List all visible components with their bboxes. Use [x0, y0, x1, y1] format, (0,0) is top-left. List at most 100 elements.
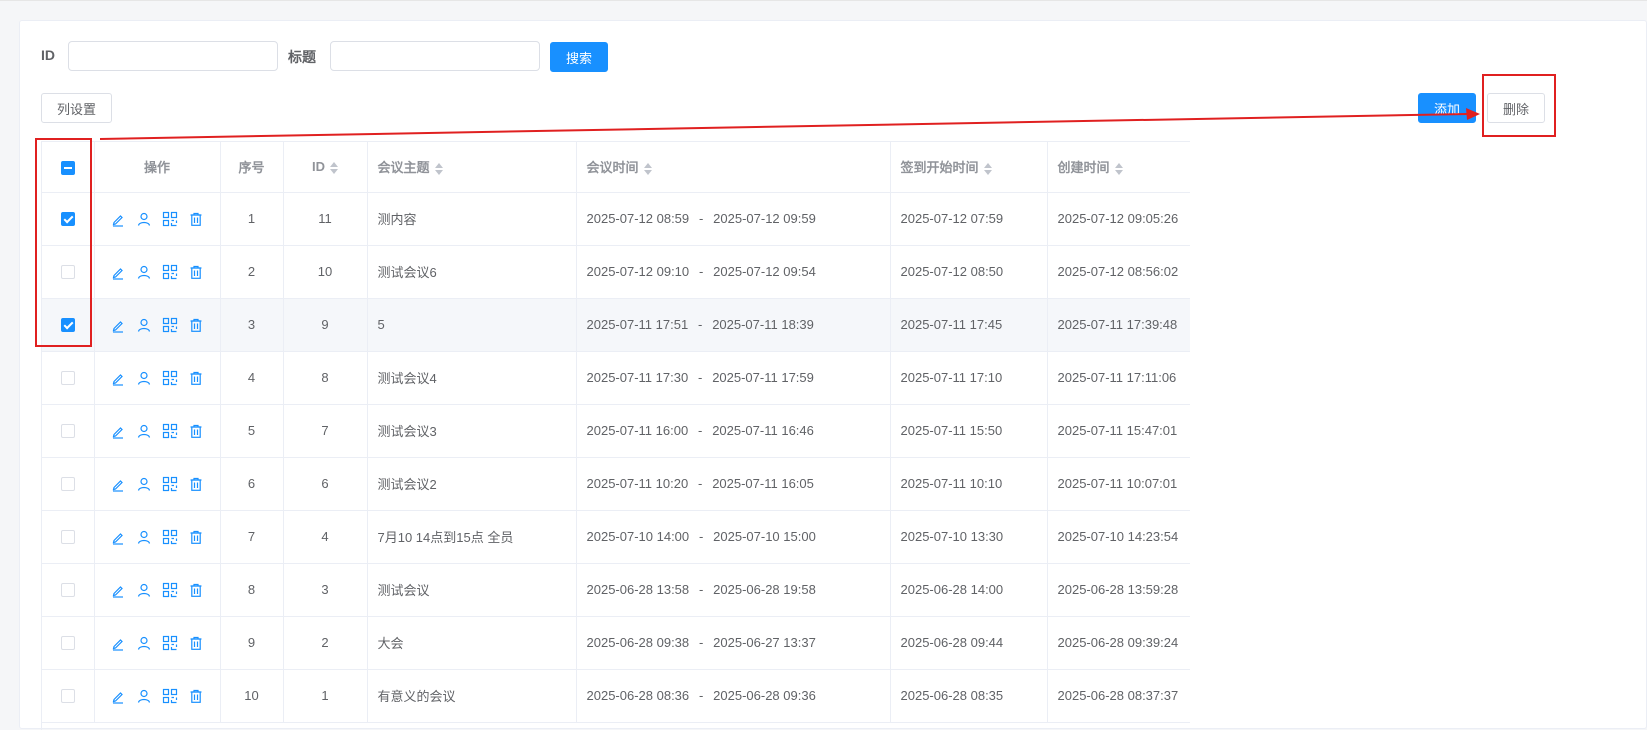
user-icon[interactable]: [136, 423, 152, 439]
row-meeting-time: 2025-07-12 08:59-2025-07-12 09:59: [576, 192, 891, 246]
search-button[interactable]: 搜索: [550, 42, 608, 72]
row-meeting-end: 2025-07-11 18:39: [712, 317, 814, 332]
qrcode-icon[interactable]: [162, 370, 178, 386]
qrcode-icon[interactable]: [162, 264, 178, 280]
edit-icon[interactable]: [110, 264, 126, 280]
delete-icon[interactable]: [188, 264, 204, 280]
table-row[interactable]: 9 2 大会 2025-06-28 09:38-2025-06-27 13:37…: [42, 616, 1190, 670]
row-meeting-end: 2025-06-27 13:37: [713, 635, 816, 650]
qrcode-icon[interactable]: [162, 317, 178, 333]
time-separator: -: [698, 529, 704, 544]
row-actions-cell: [94, 245, 221, 299]
delete-icon[interactable]: [188, 211, 204, 227]
row-checkbox[interactable]: [60, 689, 75, 704]
user-icon[interactable]: [136, 635, 152, 651]
add-button[interactable]: 添加: [1418, 93, 1476, 123]
delete-icon[interactable]: [188, 317, 204, 333]
row-index: 2: [220, 245, 284, 299]
delete-icon[interactable]: [188, 476, 204, 492]
user-icon[interactable]: [136, 582, 152, 598]
row-checkbox[interactable]: [60, 530, 75, 545]
column-settings-button[interactable]: 列设置: [41, 93, 112, 123]
row-topic: 7月10 14点到15点 全员: [367, 510, 577, 564]
sort-icon[interactable]: [330, 161, 338, 175]
qrcode-icon[interactable]: [162, 211, 178, 227]
qrcode-icon[interactable]: [162, 582, 178, 598]
row-created: 2025-06-28 08:37:37: [1047, 669, 1190, 723]
row-meeting-start: 2025-07-11 17:30: [586, 370, 689, 385]
row-meeting-time: 2025-07-11 17:51-2025-07-11 18:39: [576, 298, 891, 352]
table-row[interactable]: 6 6 测试会议2 2025-07-11 10:20-2025-07-11 16…: [42, 457, 1190, 511]
edit-icon[interactable]: [110, 211, 126, 227]
row-meeting-start: 2025-07-10 14:00: [586, 529, 690, 544]
sort-icon[interactable]: [643, 162, 652, 176]
qrcode-icon[interactable]: [162, 529, 178, 545]
user-icon[interactable]: [136, 476, 152, 492]
row-meeting-time: 2025-07-12 09:10-2025-07-12 09:54: [576, 245, 891, 299]
sort-icon[interactable]: [983, 162, 992, 176]
table-row[interactable]: 5 7 测试会议3 2025-07-11 16:00-2025-07-11 16…: [42, 404, 1190, 458]
delete-icon[interactable]: [188, 688, 204, 704]
table-row[interactable]: 4 8 测试会议4 2025-07-11 17:30-2025-07-11 17…: [42, 351, 1190, 405]
table-row[interactable]: 2 10 测试会议6 2025-07-12 09:10-2025-07-12 0…: [42, 245, 1190, 299]
select-all-checkbox[interactable]: [60, 160, 75, 175]
user-icon[interactable]: [136, 529, 152, 545]
delete-icon[interactable]: [188, 635, 204, 651]
row-checkbox[interactable]: [60, 212, 75, 227]
id-filter-input[interactable]: [68, 41, 278, 71]
row-index: 8: [220, 563, 284, 617]
edit-icon[interactable]: [110, 317, 126, 333]
sort-icon[interactable]: [434, 162, 443, 176]
row-checkin-start: 2025-06-28 09:44: [890, 616, 1048, 670]
header-topic[interactable]: 会议主题: [367, 142, 577, 193]
row-checkbox[interactable]: [60, 424, 75, 439]
title-filter-input[interactable]: [330, 41, 540, 71]
user-icon[interactable]: [136, 264, 152, 280]
row-checkbox[interactable]: [60, 636, 75, 651]
header-checkin-start[interactable]: 签到开始时间: [890, 142, 1048, 193]
edit-icon[interactable]: [110, 370, 126, 386]
row-id: 1: [283, 669, 368, 723]
delete-icon[interactable]: [188, 423, 204, 439]
delete-icon[interactable]: [188, 529, 204, 545]
user-icon[interactable]: [136, 370, 152, 386]
qrcode-icon[interactable]: [162, 688, 178, 704]
delete-icon[interactable]: [188, 582, 204, 598]
header-id[interactable]: ID: [283, 142, 368, 193]
table-row[interactable]: 8 3 测试会议 2025-06-28 13:58-2025-06-28 19:…: [42, 563, 1190, 617]
time-separator: -: [698, 582, 704, 597]
qrcode-icon[interactable]: [162, 476, 178, 492]
table-row[interactable]: 3 9 5 2025-07-11 17:51-2025-07-11 18:39 …: [42, 298, 1190, 352]
delete-button[interactable]: 删除: [1487, 93, 1545, 123]
row-id: 3: [283, 563, 368, 617]
edit-icon[interactable]: [110, 423, 126, 439]
qrcode-icon[interactable]: [162, 635, 178, 651]
sort-icon[interactable]: [1114, 162, 1123, 176]
row-checkbox[interactable]: [60, 371, 75, 386]
row-checkin-start: 2025-07-12 08:50: [890, 245, 1048, 299]
user-icon[interactable]: [136, 211, 152, 227]
header-created[interactable]: 创建时间: [1047, 142, 1190, 193]
table-row[interactable]: 10 1 有意义的会议 2025-06-28 08:36-2025-06-28 …: [42, 669, 1190, 723]
qrcode-icon[interactable]: [162, 423, 178, 439]
row-select-cell: [42, 404, 95, 458]
user-icon[interactable]: [136, 317, 152, 333]
table-row[interactable]: 1 11 测内容 2025-07-12 08:59-2025-07-12 09:…: [42, 192, 1190, 246]
row-select-cell: [42, 457, 95, 511]
row-checkbox[interactable]: [60, 318, 75, 333]
edit-icon[interactable]: [110, 476, 126, 492]
edit-icon[interactable]: [110, 529, 126, 545]
table-row[interactable]: 7 4 7月10 14点到15点 全员 2025-07-10 14:00-202…: [42, 510, 1190, 564]
row-actions-cell: [94, 351, 221, 405]
row-id: 10: [283, 245, 368, 299]
edit-icon[interactable]: [110, 582, 126, 598]
delete-icon[interactable]: [188, 370, 204, 386]
row-checkbox[interactable]: [60, 583, 75, 598]
header-meeting-time[interactable]: 会议时间: [576, 142, 891, 193]
edit-icon[interactable]: [110, 635, 126, 651]
row-index: 7: [220, 510, 284, 564]
user-icon[interactable]: [136, 688, 152, 704]
row-checkbox[interactable]: [60, 477, 75, 492]
row-checkbox[interactable]: [60, 265, 75, 280]
edit-icon[interactable]: [110, 688, 126, 704]
